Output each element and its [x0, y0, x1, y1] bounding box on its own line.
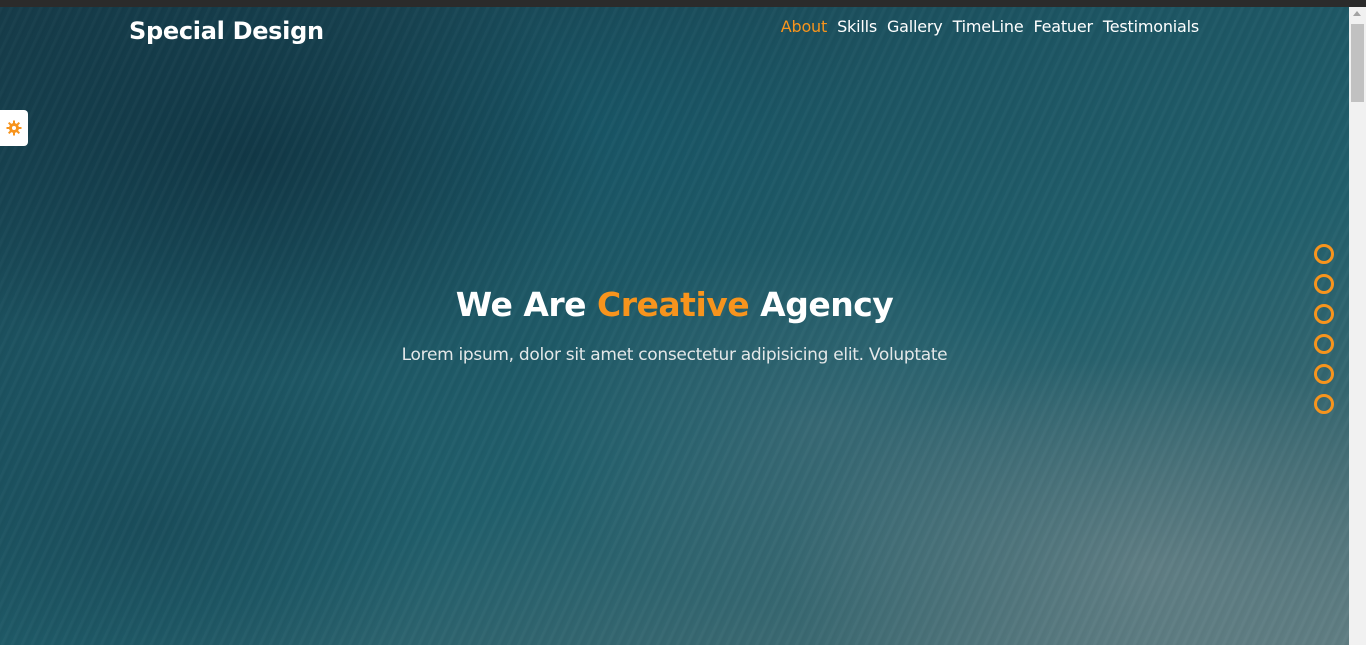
nav-link-testimonials[interactable]: Testimonials [1103, 17, 1199, 36]
nav-link-skills[interactable]: Skills [837, 17, 877, 36]
scrollbar-thumb[interactable] [1351, 24, 1364, 102]
page-scrollbar[interactable] [1349, 7, 1366, 645]
section-bullets [1314, 244, 1334, 424]
section-bullet[interactable] [1314, 244, 1334, 264]
main-nav: About Skills Gallery TimeLine Featuer Te… [781, 17, 1199, 36]
site-logo[interactable]: Special Design [129, 17, 324, 45]
section-bullet[interactable] [1314, 364, 1334, 384]
section-bullet[interactable] [1314, 304, 1334, 324]
settings-toggle-button[interactable] [0, 110, 28, 146]
nav-link-gallery[interactable]: Gallery [887, 17, 943, 36]
section-bullet[interactable] [1314, 394, 1334, 414]
hero-headline: We Are Creative Agency [0, 285, 1349, 324]
hero-section: Special Design About Skills Gallery Time… [0, 7, 1349, 645]
headline-accent-word: Creative [597, 285, 750, 324]
gear-icon [6, 120, 22, 136]
browser-top-strip [0, 0, 1366, 7]
nav-link-featuer[interactable]: Featuer [1033, 17, 1093, 36]
hero-subtitle: Lorem ipsum, dolor sit amet consectetur … [401, 345, 948, 365]
section-bullet[interactable] [1314, 274, 1334, 294]
nav-link-about[interactable]: About [781, 17, 828, 36]
nav-link-timeline[interactable]: TimeLine [953, 17, 1024, 36]
headline-end: Agency [760, 285, 894, 324]
hero-texture [0, 7, 1349, 645]
headline-start: We Are [455, 285, 587, 324]
scroll-up-arrow-icon[interactable] [1353, 11, 1361, 16]
section-bullet[interactable] [1314, 334, 1334, 354]
